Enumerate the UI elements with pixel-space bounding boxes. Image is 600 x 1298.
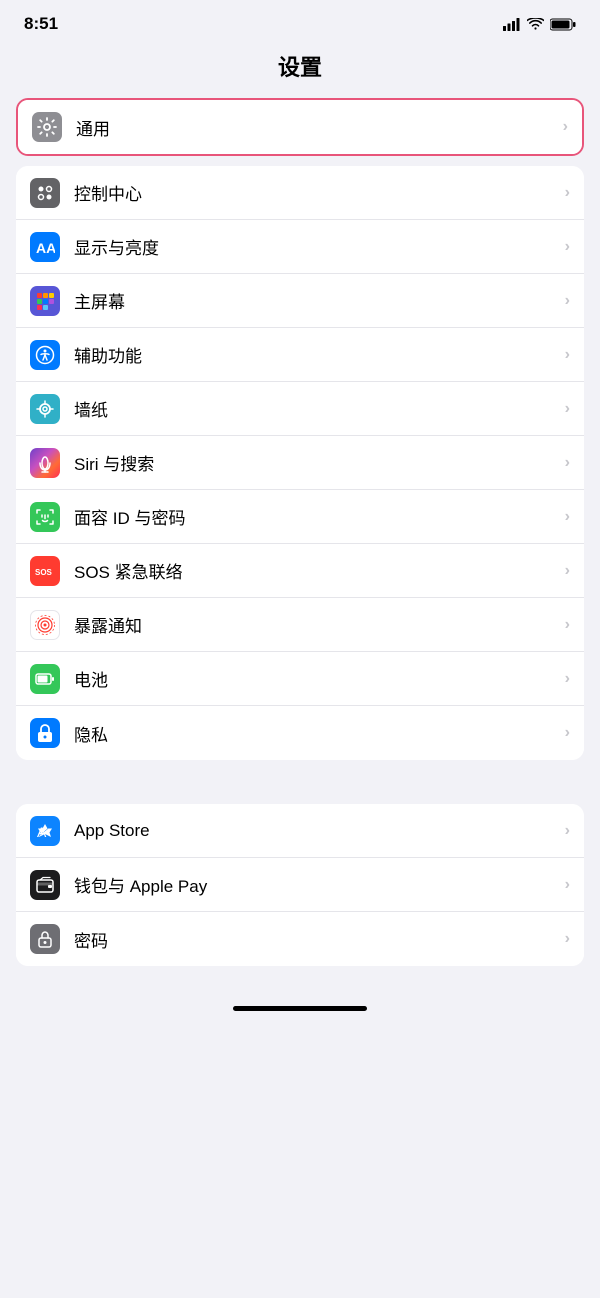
settings-item-accessibility[interactable]: 辅助功能 › — [16, 328, 584, 382]
svg-text:A: A — [37, 824, 47, 840]
settings-item-sos[interactable]: SOS SOS 紧急联络 › — [16, 544, 584, 598]
settings-item-wallpaper[interactable]: 墙纸 › — [16, 382, 584, 436]
settings-item-battery[interactable]: 电池 › — [16, 652, 584, 706]
general-group: 通用 › — [16, 98, 584, 156]
svg-text:SOS: SOS — [35, 568, 53, 577]
wallet-label: 钱包与 Apple Pay — [74, 872, 559, 897]
control-center-label: 控制中心 — [74, 180, 559, 205]
password-icon — [30, 924, 60, 954]
settings-item-faceid[interactable]: 面容 ID 与密码 › — [16, 490, 584, 544]
exposure-icon — [30, 610, 60, 640]
status-time: 8:51 — [24, 14, 58, 34]
faceid-icon — [30, 502, 60, 532]
sos-label: SOS 紧急联络 — [74, 558, 559, 583]
store-group: A App Store › 钱包与 Apple Pay › 密码 — [16, 804, 584, 966]
sos-icon: SOS — [30, 556, 60, 586]
display-group: 控制中心 › AA 显示与亮度 › 主屏幕 › — [16, 166, 584, 760]
battery-icon — [550, 18, 576, 31]
faceid-label: 面容 ID 与密码 — [74, 504, 559, 529]
settings-item-password[interactable]: 密码 › — [16, 912, 584, 966]
status-icons — [503, 18, 576, 31]
accessibility-label: 辅助功能 — [74, 342, 559, 367]
wallpaper-label: 墙纸 — [74, 396, 559, 421]
settings-item-appstore[interactable]: A App Store › — [16, 804, 584, 858]
general-label: 通用 — [76, 115, 557, 140]
appstore-icon: A — [30, 816, 60, 846]
status-bar: 8:51 — [0, 0, 600, 42]
page-title: 设置 — [0, 42, 600, 98]
settings-item-exposure[interactable]: 暴露通知 › — [16, 598, 584, 652]
wifi-icon — [527, 18, 544, 31]
siri-icon — [30, 448, 60, 478]
settings-item-privacy[interactable]: 隐私 › — [16, 706, 584, 760]
accessibility-icon — [30, 340, 60, 370]
display-label: 显示与亮度 — [74, 234, 559, 259]
homescreen-label: 主屏幕 — [74, 288, 559, 313]
settings-item-wallet[interactable]: 钱包与 Apple Pay › — [16, 858, 584, 912]
wallpaper-icon — [30, 394, 60, 424]
general-chevron: › — [563, 118, 568, 136]
appstore-label: App Store — [74, 821, 559, 841]
privacy-icon — [30, 718, 60, 748]
settings-item-general[interactable]: 通用 › — [18, 100, 582, 154]
settings-item-homescreen[interactable]: 主屏幕 › — [16, 274, 584, 328]
signal-icon — [503, 18, 521, 31]
wallet-icon — [30, 870, 60, 900]
section-gap — [0, 770, 600, 804]
display-icon: AA — [30, 232, 60, 262]
control-center-icon — [30, 178, 60, 208]
settings-item-siri[interactable]: Siri 与搜索 › — [16, 436, 584, 490]
battery-label: 电池 — [74, 666, 559, 691]
homescreen-icon — [30, 286, 60, 316]
gear-icon — [32, 112, 62, 142]
privacy-label: 隐私 — [74, 721, 559, 746]
siri-label: Siri 与搜索 — [74, 450, 559, 475]
exposure-label: 暴露通知 — [74, 612, 559, 637]
home-indicator-container — [0, 976, 600, 1021]
settings-item-display[interactable]: AA 显示与亮度 › — [16, 220, 584, 274]
home-indicator — [233, 1006, 367, 1011]
settings-item-control-center[interactable]: 控制中心 › — [16, 166, 584, 220]
password-label: 密码 — [74, 927, 559, 952]
gap1 — [0, 156, 600, 166]
battery-settings-icon — [30, 664, 60, 694]
svg-text:AA: AA — [36, 240, 55, 256]
